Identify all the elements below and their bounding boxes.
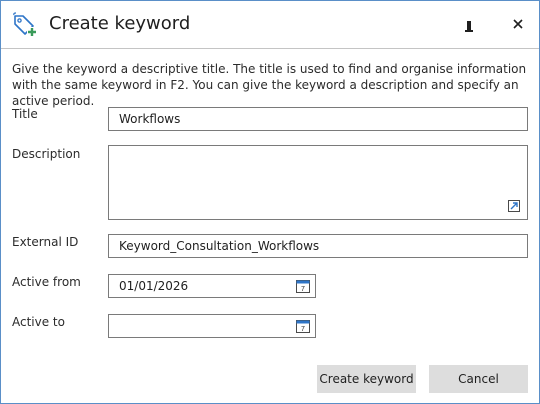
- active-from-label: Active from: [12, 275, 81, 289]
- active-to-date-field[interactable]: 7: [108, 314, 316, 338]
- active-to-label: Active to: [12, 315, 65, 329]
- intro-text: Give the keyword a descriptive title. Th…: [12, 62, 527, 108]
- title-label: Title: [12, 107, 38, 121]
- external-id-label: External ID: [12, 235, 79, 249]
- external-id-input[interactable]: Keyword_Consultation_Workflows: [108, 234, 528, 258]
- description-label: Description: [12, 147, 81, 161]
- svg-text:7: 7: [301, 326, 305, 333]
- title-bar[interactable]: Create keyword: [1, 1, 539, 47]
- svg-text:7: 7: [301, 286, 305, 293]
- tag-add-icon: [13, 12, 37, 37]
- description-textarea[interactable]: [108, 145, 528, 220]
- minimize-icon[interactable]: [462, 14, 482, 34]
- cancel-button[interactable]: Cancel: [429, 365, 528, 393]
- calendar-icon[interactable]: 7: [295, 278, 311, 294]
- calendar-icon[interactable]: 7: [295, 318, 311, 334]
- create-keyword-button[interactable]: Create keyword: [317, 365, 416, 393]
- dialog-title: Create keyword: [49, 13, 191, 34]
- expand-icon[interactable]: [508, 200, 520, 212]
- title-input[interactable]: Workflows: [108, 107, 528, 131]
- title-separator: [1, 48, 539, 49]
- active-from-value: 01/01/2026: [119, 279, 189, 293]
- create-keyword-dialog: Create keyword Give the keyword a descri…: [0, 0, 540, 404]
- close-icon[interactable]: [508, 14, 528, 34]
- active-from-date-field[interactable]: 01/01/2026 7: [108, 274, 316, 298]
